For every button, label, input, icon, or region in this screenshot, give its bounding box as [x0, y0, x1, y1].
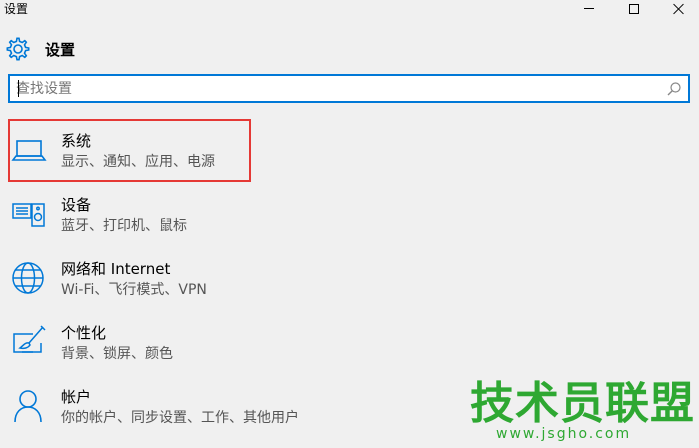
item-title: 设备 — [61, 196, 92, 214]
globe-icon — [12, 262, 44, 294]
item-subtitle: 显示、通知、应用、电源 — [61, 154, 215, 170]
title-bar: 设置 — [0, 0, 699, 17]
search-icon[interactable] — [666, 81, 682, 97]
gear-icon — [6, 37, 30, 61]
personalization-icon — [13, 325, 46, 353]
item-subtitle: 你的帐户、同步设置、工作、其他用户 — [61, 410, 299, 426]
laptop-icon — [11, 140, 47, 161]
search-box[interactable] — [8, 74, 690, 103]
item-subtitle: 背景、锁屏、颜色 — [61, 346, 173, 362]
page-title: 设置 — [45, 40, 76, 59]
settings-item-system[interactable]: 系统 显示、通知、应用、电源 — [8, 120, 308, 182]
minimize-icon — [584, 8, 594, 9]
close-icon — [672, 3, 684, 15]
item-subtitle: 蓝牙、打印机、鼠标 — [61, 218, 187, 234]
item-title: 帐户 — [61, 388, 92, 406]
item-title: 个性化 — [61, 324, 107, 342]
item-subtitle: Wi-Fi、飞行模式、VPN — [61, 282, 207, 298]
settings-item-personalization[interactable]: 个性化 背景、锁屏、颜色 — [8, 312, 308, 374]
item-title: 系统 — [61, 132, 92, 150]
item-title: 网络和 Internet — [61, 260, 171, 278]
settings-item-accounts[interactable]: 帐户 你的帐户、同步设置、工作、其他用户 — [8, 376, 308, 438]
maximize-icon — [629, 3, 639, 14]
text-cursor — [18, 80, 19, 97]
person-icon — [14, 390, 42, 423]
devices-icon — [12, 203, 45, 227]
minimize-button[interactable] — [571, 0, 607, 17]
window-title: 设置 — [4, 2, 29, 16]
maximize-button[interactable] — [616, 0, 652, 17]
settings-header: 设置 — [5, 34, 75, 64]
watermark-url: www.jsgho.com — [496, 426, 632, 442]
watermark-text: 技术员联盟 — [470, 378, 695, 429]
search-input[interactable] — [10, 76, 650, 101]
settings-item-devices[interactable]: 设备 蓝牙、打印机、鼠标 — [8, 184, 308, 246]
watermark-logo: 技术员联盟 www.jsgho.com — [470, 380, 694, 446]
close-button[interactable] — [660, 0, 696, 17]
settings-item-network[interactable]: 网络和 Internet Wi-Fi、飞行模式、VPN — [8, 248, 308, 310]
